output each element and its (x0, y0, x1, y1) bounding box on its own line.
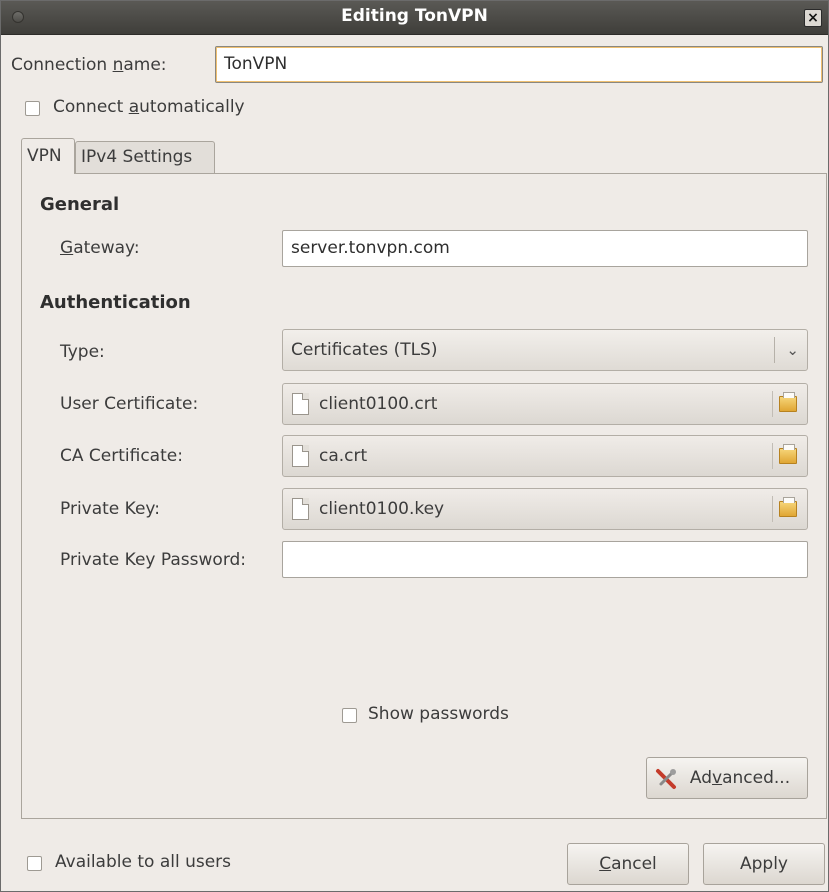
connection-name-input[interactable]: TonVPN (215, 46, 823, 83)
chooser-separator (772, 496, 773, 522)
auth-type-value: Certificates (TLS) (291, 340, 438, 360)
window-title: Editing TonVPN (341, 6, 488, 26)
chooser-separator (772, 391, 773, 417)
auth-type-select[interactable]: Certificates (TLS) ⌄ (282, 329, 808, 371)
gateway-label: Gateway: (60, 238, 140, 258)
apply-button[interactable]: Apply (703, 843, 825, 885)
private-key-password-label: Private Key Password: (60, 550, 247, 570)
file-icon (292, 498, 309, 520)
type-label: Type: (60, 342, 105, 362)
folder-icon (779, 497, 797, 517)
title-bar[interactable]: Editing TonVPN × (1, 1, 828, 35)
show-passwords-label[interactable]: Show passwords (368, 704, 509, 724)
gateway-input[interactable]: server.tonvpn.com (282, 230, 808, 267)
connection-name-label: Connection name: (11, 55, 167, 75)
private-key-value: client0100.key (319, 499, 445, 519)
private-key-chooser[interactable]: client0100.key (282, 488, 808, 530)
private-key-password-input[interactable] (282, 541, 808, 578)
wrench-screwdriver-icon (656, 769, 676, 789)
file-icon (292, 393, 309, 415)
authentication-heading: Authentication (40, 292, 191, 313)
chevron-down-icon: ⌄ (786, 341, 799, 359)
cancel-button[interactable]: Cancel (567, 843, 689, 885)
folder-icon (779, 392, 797, 412)
folder-icon (779, 444, 797, 464)
vpn-tab-panel: General Gateway: server.tonvpn.com Authe… (21, 173, 827, 819)
advanced-button[interactable]: Advanced... (646, 757, 808, 799)
user-certificate-label: User Certificate: (60, 394, 199, 414)
available-to-all-users-label[interactable]: Available to all users (55, 852, 231, 872)
chooser-separator (772, 443, 773, 469)
connect-automatically-label[interactable]: Connect automatically (53, 97, 245, 117)
tab-ipv4-settings[interactable]: IPv4 Settings (75, 141, 215, 173)
user-certificate-value: client0100.crt (319, 394, 438, 414)
tab-vpn[interactable]: VPN (21, 138, 75, 174)
advanced-button-label: Advanced... (689, 768, 791, 788)
user-certificate-chooser[interactable]: client0100.crt (282, 383, 808, 425)
close-icon[interactable]: × (804, 9, 822, 27)
available-to-all-users-checkbox[interactable] (27, 856, 42, 871)
ca-certificate-chooser[interactable]: ca.crt (282, 435, 808, 477)
file-icon (292, 445, 309, 467)
general-heading: General (40, 194, 120, 215)
ca-certificate-label: CA Certificate: (60, 446, 183, 466)
connect-automatically-checkbox[interactable] (25, 101, 40, 116)
show-passwords-checkbox[interactable] (342, 708, 357, 723)
private-key-label: Private Key: (60, 499, 160, 519)
dialog-window: Editing TonVPN × Connection name: TonVPN… (0, 0, 829, 892)
ca-certificate-value: ca.crt (319, 446, 368, 466)
combo-separator (774, 337, 775, 363)
